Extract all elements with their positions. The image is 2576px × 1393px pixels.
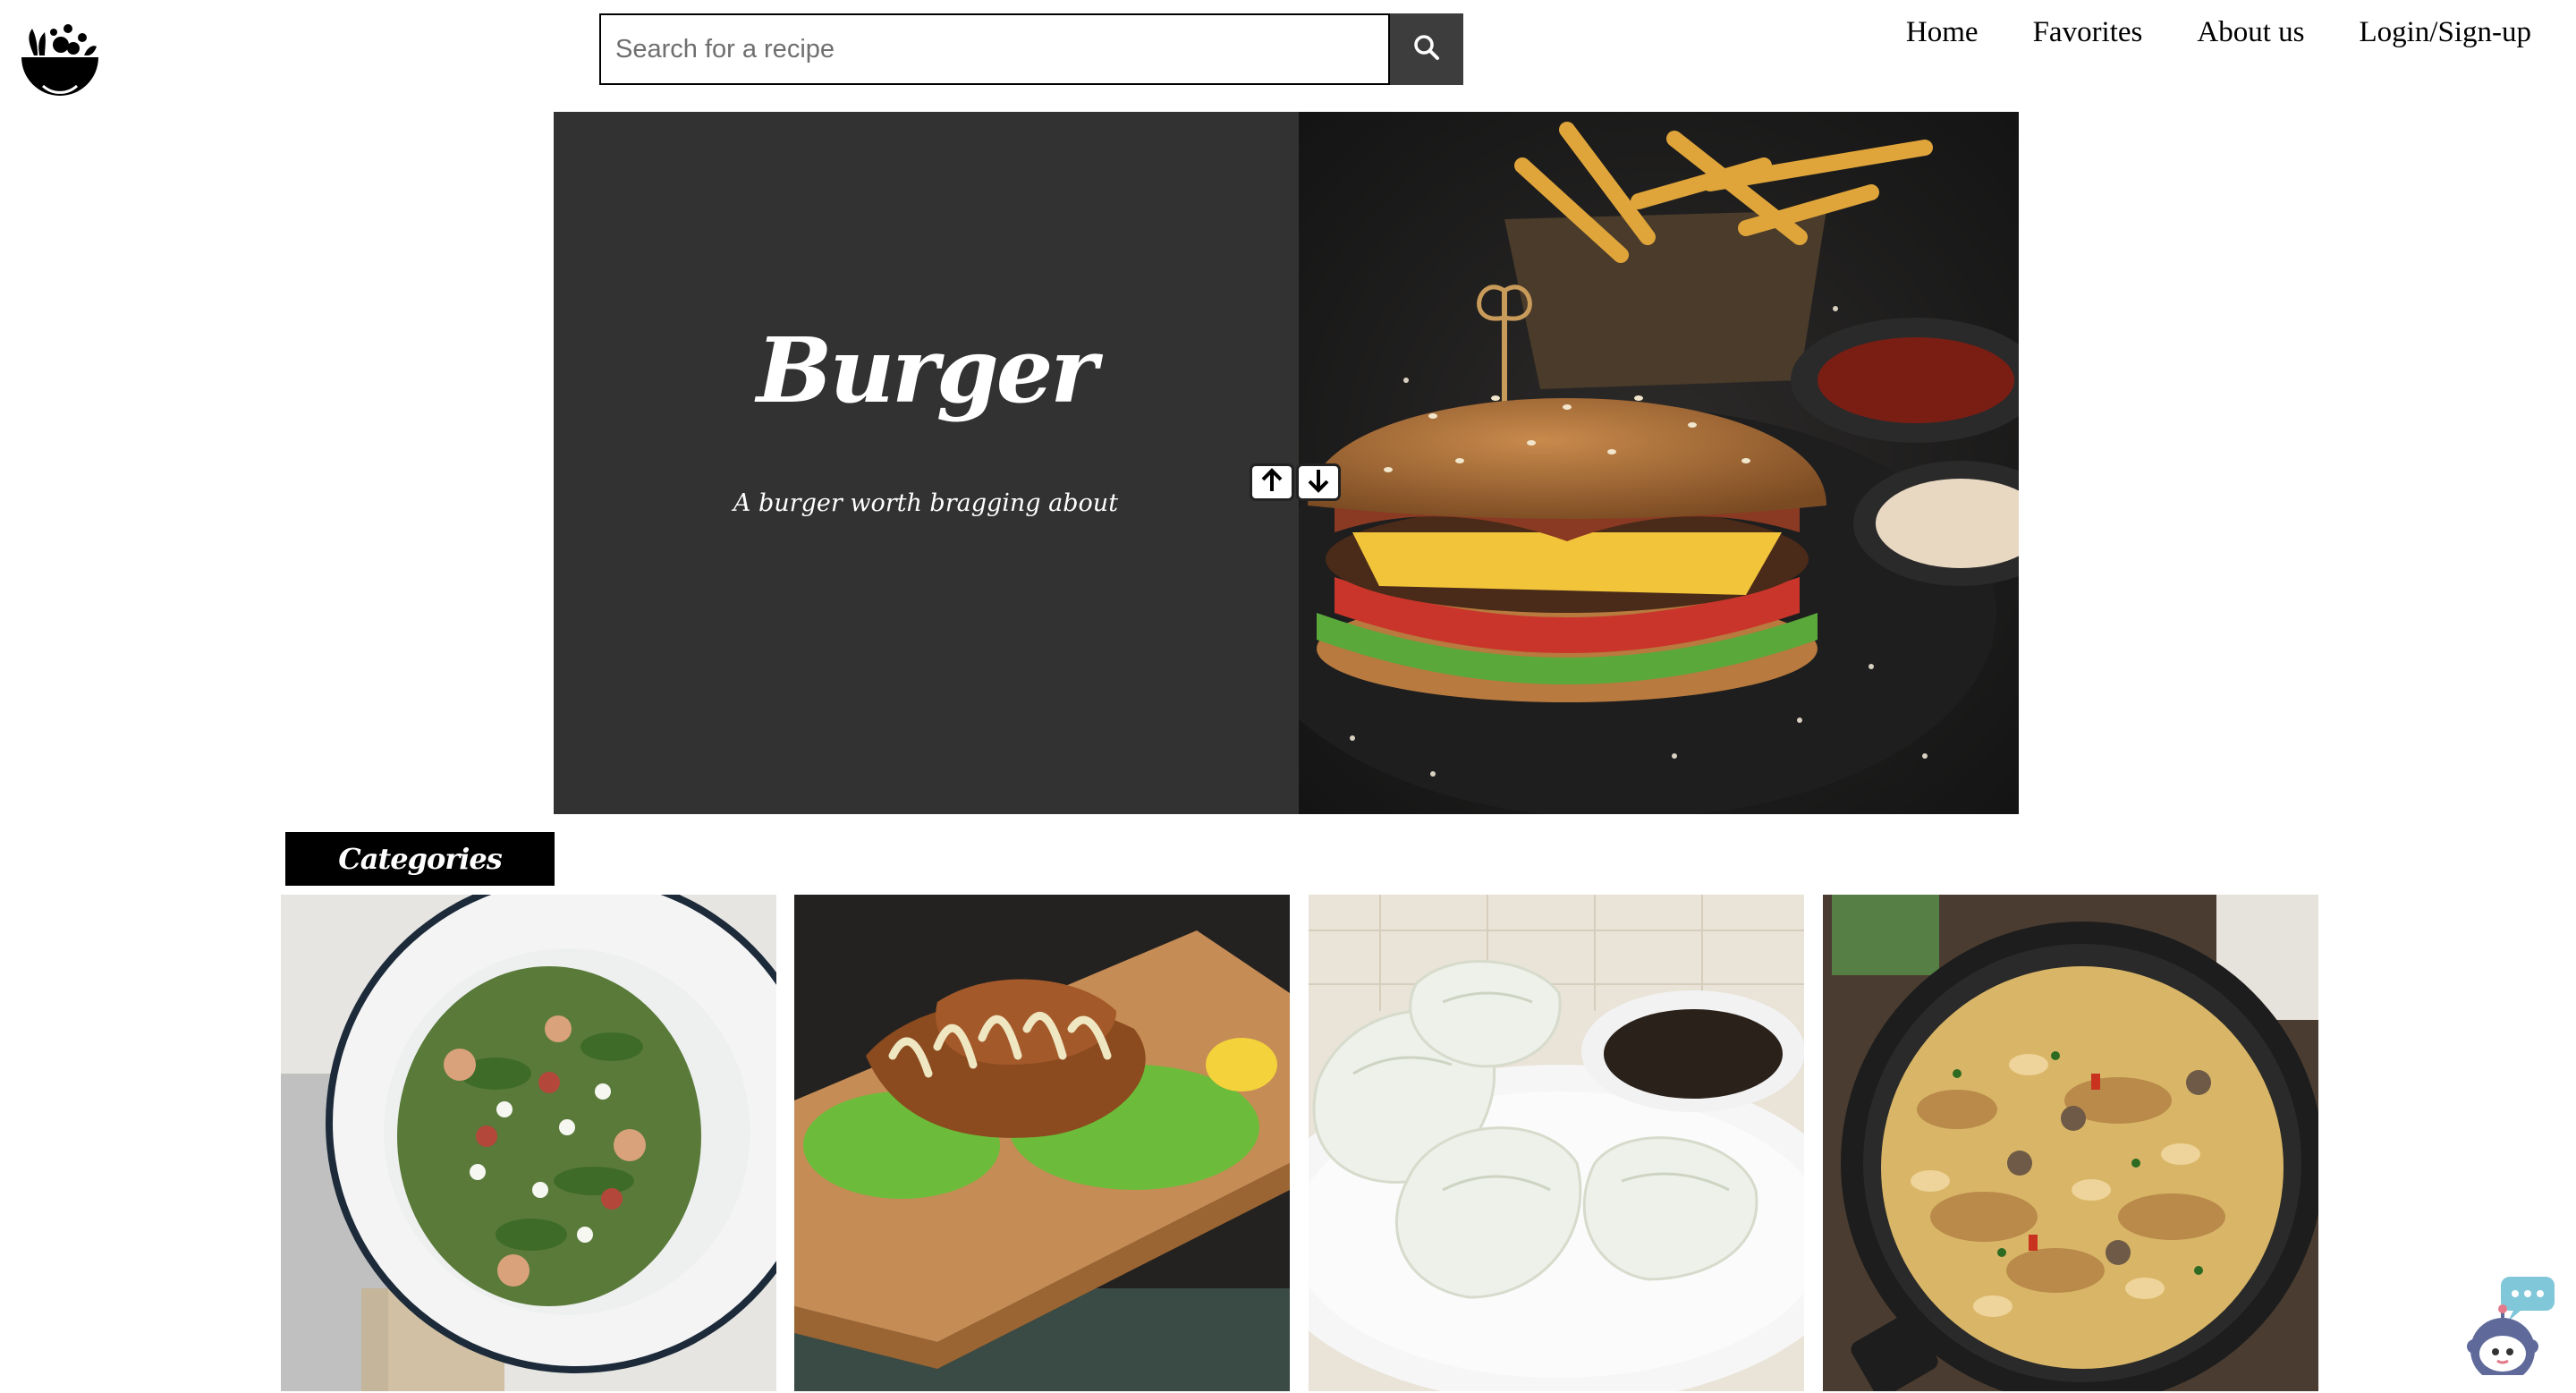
pasta-photo — [1823, 895, 2318, 1391]
category-card-salad[interactable] — [281, 895, 776, 1391]
salad-photo — [281, 895, 776, 1391]
slide-down-button[interactable] — [1296, 463, 1341, 501]
nav-home[interactable]: Home — [1906, 13, 1979, 52]
main-nav: Home Favorites About us Login/Sign-up — [1906, 13, 2531, 52]
dumplings-photo — [1309, 895, 1804, 1391]
fried-chicken-photo — [794, 895, 1290, 1391]
hero-subtitle: A burger worth bragging about — [733, 489, 1119, 517]
salad-bowl-logo[interactable] — [18, 16, 102, 100]
chatbot-robot-icon — [2462, 1277, 2558, 1382]
search-input[interactable]: Search for a recipe — [599, 13, 1390, 85]
search-placeholder: Search for a recipe — [615, 34, 835, 64]
nav-favorites[interactable]: Favorites — [2033, 13, 2143, 52]
category-card-pasta[interactable] — [1823, 895, 2318, 1391]
search-button[interactable] — [1390, 13, 1463, 85]
hero-title: Burger — [756, 318, 1097, 423]
chatbot-button[interactable] — [2462, 1275, 2558, 1382]
slider-controls — [1250, 463, 1341, 501]
category-card-dumplings[interactable] — [1309, 895, 1804, 1391]
search-icon — [1412, 33, 1441, 66]
arrow-up-icon — [1260, 467, 1284, 497]
nav-about-us[interactable]: About us — [2197, 13, 2304, 52]
categories-title: Categories — [285, 832, 555, 886]
nav-login-signup[interactable]: Login/Sign-up — [2359, 13, 2531, 52]
category-card-fried-chicken[interactable] — [794, 895, 1290, 1391]
slide-up-button[interactable] — [1250, 463, 1294, 501]
arrow-down-icon — [1307, 468, 1330, 497]
burger-photo — [1245, 112, 2019, 814]
